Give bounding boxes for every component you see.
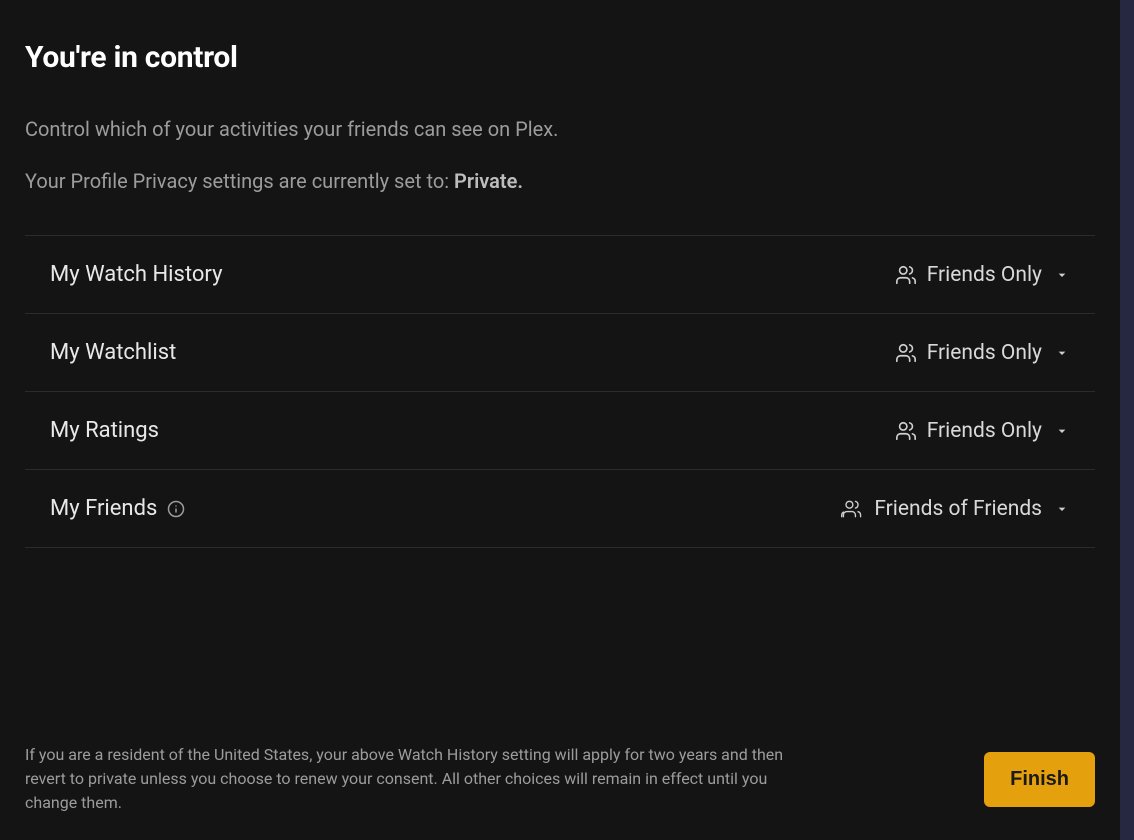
privacy-note-prefix: Your Profile Privacy settings are curren… bbox=[25, 169, 454, 193]
chevron-down-icon bbox=[1054, 345, 1070, 361]
setting-value-text: Friends Only bbox=[927, 419, 1042, 443]
finish-button[interactable]: Finish bbox=[984, 752, 1095, 807]
setting-value-text: Friends Only bbox=[927, 341, 1042, 365]
legal-text: If you are a resident of the United Stat… bbox=[25, 743, 785, 815]
setting-label-watchlist: My Watchlist bbox=[50, 340, 176, 365]
setting-label-text: My Friends bbox=[50, 496, 157, 521]
setting-value-text: Friends of Friends bbox=[874, 497, 1042, 521]
setting-value-text: Friends Only bbox=[927, 263, 1042, 287]
footer: If you are a resident of the United Stat… bbox=[25, 723, 1095, 815]
privacy-note: Your Profile Privacy settings are curren… bbox=[25, 169, 1095, 193]
setting-row-watchlist: My Watchlist Friends Only bbox=[25, 314, 1095, 392]
chevron-down-icon bbox=[1054, 501, 1070, 517]
friends-icon bbox=[895, 342, 917, 364]
setting-label-watch-history: My Watch History bbox=[50, 262, 222, 287]
setting-dropdown-watch-history[interactable]: Friends Only bbox=[895, 263, 1070, 287]
page-title: You're in control bbox=[25, 40, 1095, 75]
setting-label-text: My Watch History bbox=[50, 262, 222, 287]
setting-dropdown-watchlist[interactable]: Friends Only bbox=[895, 341, 1070, 365]
spacer bbox=[25, 548, 1095, 723]
header-section: You're in control Control which of your … bbox=[25, 40, 1095, 193]
chevron-down-icon bbox=[1054, 267, 1070, 283]
settings-list: My Watch History Friends Only My Watchli… bbox=[25, 235, 1095, 548]
setting-row-friends: My Friends Friends of Friends bbox=[25, 470, 1095, 548]
privacy-value: Private. bbox=[454, 169, 523, 193]
setting-label-text: My Ratings bbox=[50, 418, 159, 443]
setting-label-text: My Watchlist bbox=[50, 340, 176, 365]
setting-row-ratings: My Ratings Friends Only bbox=[25, 392, 1095, 470]
info-icon[interactable] bbox=[167, 500, 185, 518]
chevron-down-icon bbox=[1054, 423, 1070, 439]
setting-dropdown-friends[interactable]: Friends of Friends bbox=[840, 497, 1070, 521]
setting-row-watch-history: My Watch History Friends Only bbox=[25, 236, 1095, 314]
right-edge-strip bbox=[1120, 0, 1134, 840]
friends-icon bbox=[895, 420, 917, 442]
friends-of-friends-icon bbox=[840, 498, 864, 520]
page-subtitle: Control which of your activities your fr… bbox=[25, 117, 1095, 141]
privacy-settings-panel: You're in control Control which of your … bbox=[0, 0, 1120, 840]
friends-icon bbox=[895, 264, 917, 286]
setting-label-friends: My Friends bbox=[50, 496, 185, 521]
setting-label-ratings: My Ratings bbox=[50, 418, 159, 443]
setting-dropdown-ratings[interactable]: Friends Only bbox=[895, 419, 1070, 443]
